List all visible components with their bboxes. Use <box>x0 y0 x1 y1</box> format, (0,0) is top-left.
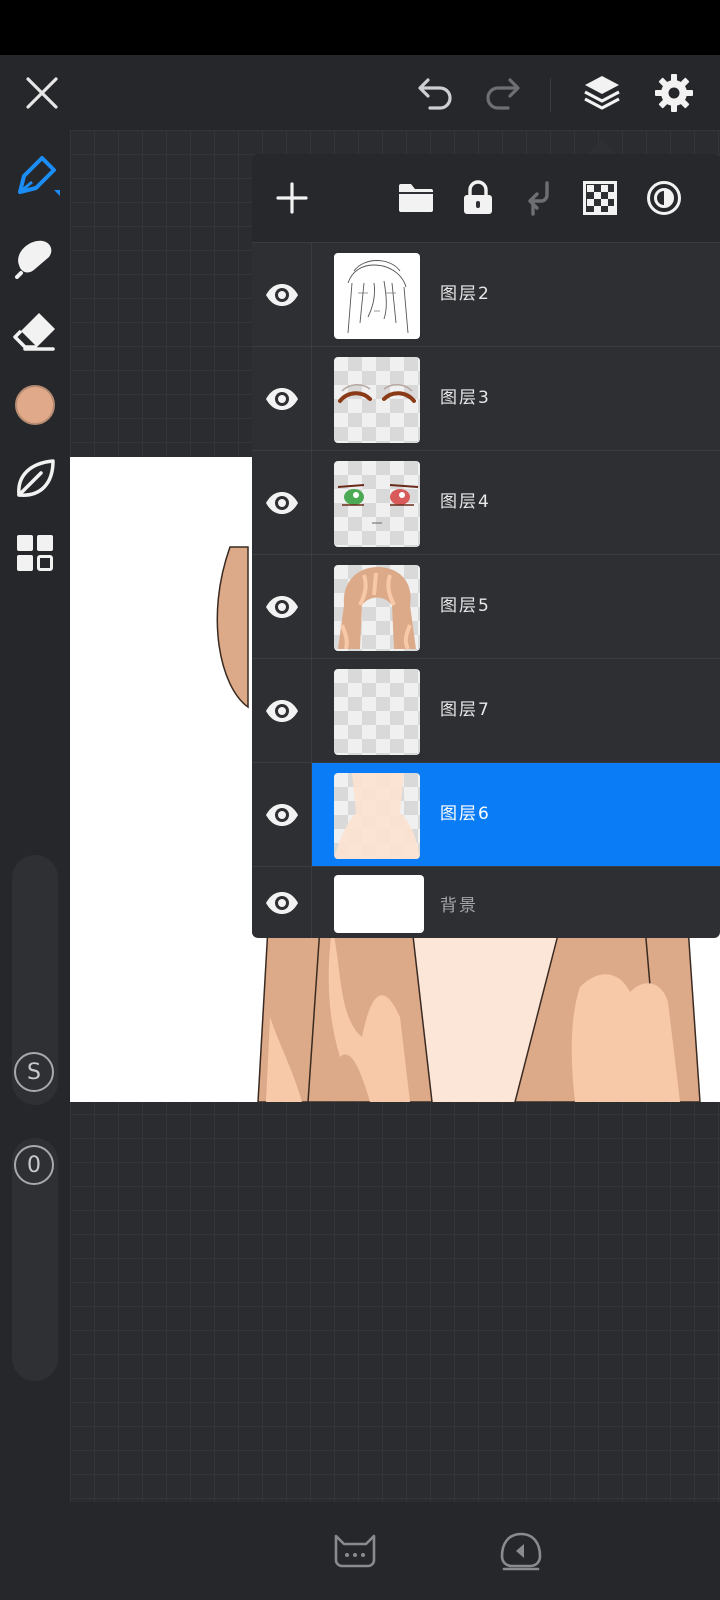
eye-icon <box>265 284 298 306</box>
layer-row[interactable]: 图层4 <box>252 450 720 555</box>
layers-panel: 图层2 图层3 图层4 图层5 图层7 图层6 背景 <box>252 154 720 938</box>
left-toolbar: S 0 <box>0 130 70 1502</box>
layer-name: 图层6 <box>440 804 491 824</box>
layer-visibility-toggle[interactable] <box>252 763 312 867</box>
layer-visibility-toggle[interactable] <box>252 347 312 451</box>
settings-button[interactable] <box>644 55 704 130</box>
gallery-button[interactable] <box>0 518 70 588</box>
layer-visibility-toggle[interactable] <box>252 867 312 938</box>
merge-down-icon <box>528 181 549 216</box>
grid-icon <box>17 535 53 571</box>
layer-row-selected[interactable]: 图层6 <box>252 762 720 867</box>
replay-icon <box>500 1532 542 1571</box>
layer-visibility-toggle[interactable] <box>252 659 312 763</box>
layer-name: 图层2 <box>440 284 491 304</box>
brush-opacity-knob[interactable]: 0 <box>14 1145 54 1185</box>
layer-row[interactable]: 图层3 <box>252 346 720 451</box>
layer-thumbnail <box>334 669 420 755</box>
undo-button[interactable] <box>408 55 464 130</box>
eraser-icon <box>13 313 55 351</box>
eye-icon <box>265 596 298 618</box>
merge-down-button[interactable] <box>514 154 566 242</box>
blend-mode-icon <box>647 181 681 215</box>
toolbar-divider <box>550 78 551 112</box>
layer-thumbnail <box>334 253 420 339</box>
transparency-lock-button[interactable] <box>574 154 626 242</box>
layer-thumbnail <box>334 357 420 443</box>
layer-visibility-toggle[interactable] <box>252 555 312 659</box>
plus-icon <box>276 182 308 214</box>
eye-icon <box>265 892 298 914</box>
layer-name: 图层5 <box>440 596 491 616</box>
eye-icon <box>265 804 298 826</box>
blend-mode-button[interactable] <box>638 154 690 242</box>
bottom-bar <box>0 1502 720 1600</box>
eye-icon <box>265 492 298 514</box>
lock-icon <box>464 180 492 214</box>
smudge-tool-button[interactable] <box>0 222 70 292</box>
layer-name: 图层4 <box>440 492 491 512</box>
layer-thumbnail <box>334 461 420 547</box>
undo-icon <box>418 77 452 110</box>
layer-row[interactable]: 图层5 <box>252 554 720 659</box>
layers-panel-caret <box>587 140 615 154</box>
folder-icon <box>399 184 433 212</box>
brush-opacity-label: 0 <box>27 1152 41 1178</box>
smudge-icon <box>15 240 52 279</box>
status-bar <box>0 0 720 55</box>
layers-button[interactable] <box>572 55 632 130</box>
layer-row[interactable]: 图层2 <box>252 242 720 347</box>
layer-name: 背景 <box>440 896 478 916</box>
cat-chat-icon <box>334 1534 376 1568</box>
layers-panel-toolbar <box>252 154 720 242</box>
eye-icon <box>265 388 298 410</box>
new-folder-button[interactable] <box>390 154 442 242</box>
layer-name: 图层3 <box>440 388 491 408</box>
leaf-icon <box>17 459 55 497</box>
eye-icon <box>265 700 298 722</box>
playback-button[interactable] <box>498 1530 544 1572</box>
eraser-tool-button[interactable] <box>0 296 70 366</box>
brush-size-label: S <box>27 1059 41 1085</box>
current-color-swatch <box>15 385 55 425</box>
brush-library-button[interactable] <box>0 444 70 514</box>
layer-row[interactable]: 图层7 <box>252 658 720 763</box>
redo-icon <box>486 77 520 110</box>
close-button[interactable] <box>14 55 70 130</box>
top-toolbar <box>0 55 720 130</box>
pen-tool-button[interactable] <box>0 142 70 212</box>
gear-icon <box>655 73 693 112</box>
add-layer-button[interactable] <box>266 154 318 242</box>
community-button[interactable] <box>330 1528 380 1572</box>
pen-icon <box>18 156 60 196</box>
layer-visibility-toggle[interactable] <box>252 243 312 347</box>
layer-visibility-toggle[interactable] <box>252 451 312 555</box>
layer-thumbnail <box>334 875 424 933</box>
layer-thumbnail <box>334 565 420 651</box>
lock-layer-button[interactable] <box>452 154 504 242</box>
color-picker-button[interactable] <box>0 370 70 440</box>
redo-button[interactable] <box>474 55 530 130</box>
brush-size-knob[interactable]: S <box>14 1052 54 1092</box>
layer-thumbnail <box>334 773 420 859</box>
checkerboard-icon <box>583 181 617 215</box>
layer-row-background[interactable]: 背景 <box>252 866 720 938</box>
layer-name: 图层7 <box>440 700 491 720</box>
layers-icon <box>584 75 620 110</box>
close-icon <box>26 76 58 109</box>
